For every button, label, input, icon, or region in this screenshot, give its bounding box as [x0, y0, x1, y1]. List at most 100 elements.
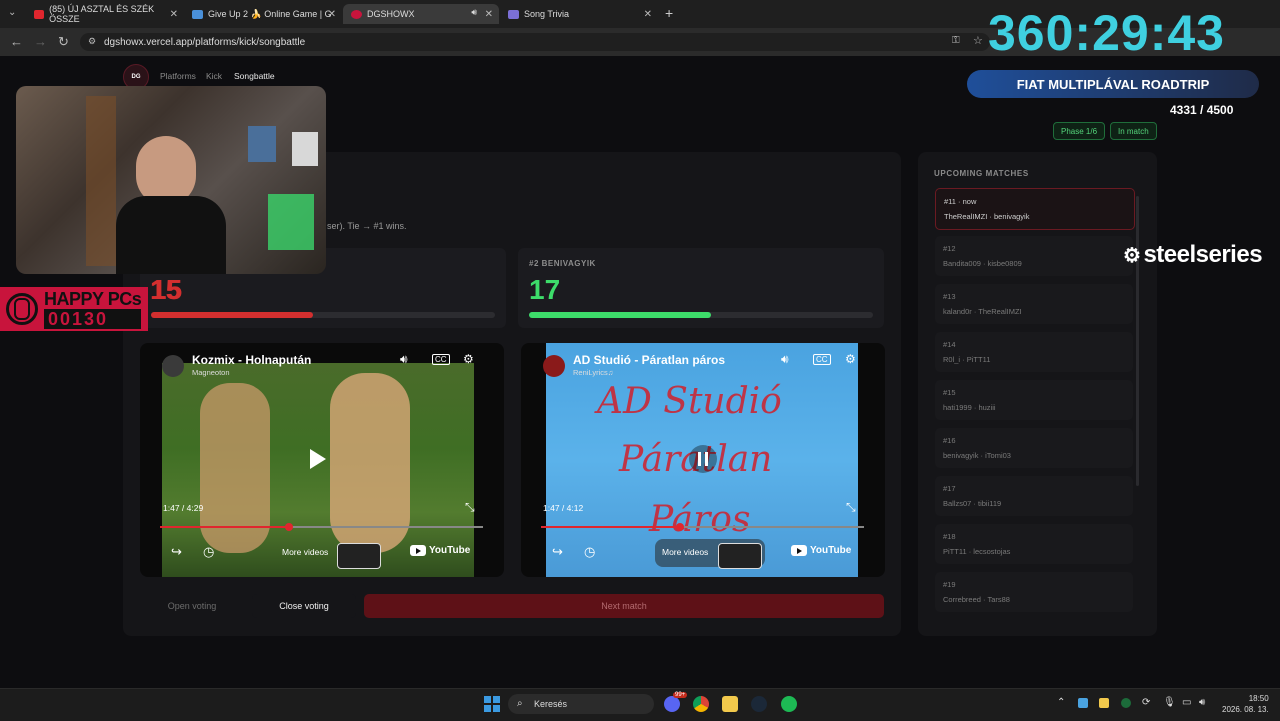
youtube-link[interactable]: YouTube [410, 545, 470, 556]
steam-icon[interactable] [751, 696, 767, 712]
share-icon[interactable]: ↪ [171, 544, 182, 560]
happy-pcs-counter: 00130 [44, 309, 142, 329]
more-videos-label[interactable]: More videos [662, 547, 708, 557]
channel-avatar[interactable] [543, 355, 565, 377]
tray-app-icon[interactable] [1121, 698, 1131, 708]
lyric-overlay-line: Páros [649, 499, 751, 540]
match-item[interactable]: #16 benivagyik · iTomi03 [935, 428, 1133, 468]
captions-icon[interactable]: CC [813, 354, 831, 365]
tray-sync-icon[interactable]: ⟳ [1142, 697, 1150, 708]
new-tab-icon[interactable]: + [665, 5, 673, 21]
wall-poster [248, 126, 276, 162]
match-number: #15 [943, 388, 956, 397]
match-number: #16 [943, 436, 956, 445]
site-info-icon[interactable]: ⚙ [88, 36, 96, 47]
more-videos-thumbnail[interactable] [718, 543, 762, 569]
close-tab-icon[interactable]: ✕ [328, 9, 336, 20]
captions-icon[interactable]: CC [432, 354, 450, 365]
match-item[interactable]: #17 Ballzs07 · tibii119 [935, 476, 1133, 516]
streamer-body [116, 196, 226, 274]
browser-tab[interactable]: Song Trivia ✕ [500, 4, 658, 24]
open-voting-button[interactable]: Open voting [140, 594, 244, 618]
password-key-icon[interactable]: ⚿ [952, 35, 960, 46]
tray-chevron-icon[interactable]: ⌃ [1057, 697, 1065, 708]
clock-time: 18:50 [1248, 694, 1269, 703]
play-icon[interactable] [310, 449, 326, 469]
tray-app-icon[interactable] [1099, 698, 1109, 708]
video-channel[interactable]: ReniLyrics♫ [573, 368, 613, 377]
video-channel[interactable]: Magneoton [192, 368, 230, 377]
volume-icon[interactable]: 🔊︎ [400, 352, 408, 367]
discord-icon[interactable] [664, 696, 680, 712]
address-bar[interactable]: ⚙ dgshowx.vercel.app/platforms/kick/song… [80, 33, 990, 51]
more-videos-thumbnail[interactable] [337, 543, 381, 569]
video-title[interactable]: Kozmix - Holnapután [192, 353, 311, 367]
browser-tab[interactable]: (85) ÚJ ASZTAL ÉS SZÉK ÖSSZE ✕ [26, 4, 184, 24]
taskbar-search[interactable]: ⌕ Keresés [508, 694, 654, 714]
match-item[interactable]: #13 kaland0r · TheRealIMZI [935, 284, 1133, 324]
video-scrubber[interactable] [285, 523, 293, 531]
steelseries-logo: ⚙ steelseries [1123, 241, 1263, 269]
system-clock[interactable]: 18:50 2026. 08. 13. [1222, 693, 1269, 715]
reload-icon[interactable]: ↻ [58, 34, 69, 50]
video-scrubber[interactable] [676, 523, 684, 531]
goal-banner: FIAT MULTIPLÁVAL ROADTRIP [967, 70, 1259, 98]
start-tile [484, 705, 491, 712]
breadcrumb-platforms[interactable]: Platforms [160, 71, 196, 81]
settings-gear-icon[interactable]: ⚙ [845, 352, 856, 366]
channel-avatar[interactable] [162, 355, 184, 377]
tab-list-icon[interactable]: ⌄ [8, 7, 16, 18]
youtube-label: YouTube [429, 545, 471, 556]
video-player-right[interactable]: AD Studió Páratlan Páros AD Studió - Pár… [521, 343, 885, 577]
watch-later-icon[interactable]: ◷ [203, 544, 214, 560]
close-voting-button[interactable]: Close voting [252, 594, 356, 618]
more-videos-label[interactable]: More videos [282, 547, 328, 557]
volume-icon[interactable]: 🔊︎ [1199, 697, 1205, 708]
back-icon[interactable]: ← [10, 34, 23, 49]
close-tab-icon[interactable]: ✕ [485, 9, 493, 20]
video-title[interactable]: AD Studió - Páratlan páros [573, 353, 725, 367]
match-players: Ballzs07 · tibii119 [943, 499, 1002, 508]
video-progress-bar[interactable] [541, 523, 864, 531]
youtube-link[interactable]: YouTube [791, 545, 851, 556]
network-icon[interactable]: ▭ [1182, 697, 1191, 708]
sidebar-scrollbar[interactable] [1136, 196, 1139, 486]
current-match-item[interactable]: #11 · now TheRealIMZI · benivagyik [935, 188, 1135, 230]
breadcrumb-songbattle[interactable]: Songbattle [234, 71, 275, 81]
browser-tab[interactable]: Give Up 2 🍌 Online Game | G ✕ [184, 4, 342, 24]
volume-icon[interactable]: 🔊︎ [781, 352, 789, 367]
settings-gear-icon[interactable]: ⚙ [463, 352, 474, 366]
share-icon[interactable]: ↪ [552, 544, 563, 560]
close-tab-icon[interactable]: ✕ [644, 9, 652, 20]
next-match-button[interactable]: Next match [364, 594, 884, 618]
wall-poster [292, 132, 318, 166]
fullscreen-icon[interactable]: ⤡ [465, 500, 475, 515]
microphone-icon[interactable]: 🎙︎ [1163, 697, 1176, 708]
spotify-icon[interactable] [781, 696, 797, 712]
fullscreen-icon[interactable]: ⤡ [846, 500, 856, 515]
video-player-left[interactable]: Kozmix - Holnapután Magneoton 🔊︎ CC ⚙ 1:… [140, 343, 504, 577]
video-time: 1:47 / 4:12 [543, 503, 584, 513]
browser-tab-active[interactable]: DGSHOWX 🔊︎ ✕ [343, 4, 499, 24]
bookmark-star-icon[interactable]: ☆ [973, 34, 983, 47]
chrome-icon[interactable] [693, 696, 709, 712]
match-players: hati1999 · huziii [943, 403, 996, 412]
match-item[interactable]: #19 Correbreed · Tars88 [935, 572, 1133, 612]
watch-later-icon[interactable]: ◷ [584, 544, 595, 560]
tray-app-icon[interactable] [1078, 698, 1088, 708]
close-tab-icon[interactable]: ✕ [170, 9, 178, 20]
start-tile [493, 705, 500, 712]
match-item[interactable]: #15 hati1999 · huziii [935, 380, 1133, 420]
breadcrumb-kick[interactable]: Kick [206, 71, 222, 81]
forward-icon[interactable]: → [34, 34, 47, 49]
pause-button[interactable] [689, 445, 717, 473]
speaker-icon[interactable]: 🔊︎ [471, 7, 477, 18]
file-explorer-icon[interactable] [722, 696, 738, 712]
video-progress-bar[interactable] [160, 523, 483, 531]
happy-pcs-title: HAPPY PCs [44, 289, 142, 309]
happy-pcs-logo-icon [6, 293, 38, 325]
match-item[interactable]: #14 R0l_i · PiTT11 [935, 332, 1133, 372]
match-item[interactable]: #18 PiTT11 · lecsostojas [935, 524, 1133, 564]
windows-start-icon[interactable] [484, 696, 500, 712]
match-item[interactable]: #12 Bandita009 · kisbe0809 [935, 236, 1133, 276]
